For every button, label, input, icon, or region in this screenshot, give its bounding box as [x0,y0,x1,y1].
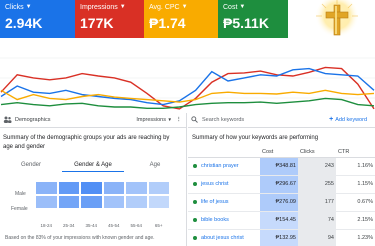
cross-icon [315,0,359,40]
demographics-summary: Summary of the demographic groups your a… [3,135,170,150]
heatmap-cell[interactable] [57,195,80,209]
status-dot-icon [193,181,197,186]
keyword-row[interactable]: jesus christ ₱296.67 255 1.15% [188,175,375,194]
keyword-name[interactable]: christian prayer [201,163,239,169]
divider [0,127,186,128]
row-label-female: Female [11,206,28,212]
chart-series [0,66,375,110]
panel-divider [186,113,187,246]
kpi-avg-cpc[interactable]: Avg. CPC ▼ ₱1.74 [144,0,218,38]
heatmap-cell[interactable] [102,181,125,195]
divider [188,127,375,128]
tab-gender-age[interactable]: Gender & Age [62,160,124,172]
caret-down-icon[interactable]: ▼ [120,4,126,10]
tab-gender[interactable]: Gender [0,160,62,172]
demographics-header: Demographics Impressions ▼ ⋮ [0,113,185,126]
tab-age[interactable]: Age [124,160,186,172]
heatmap-cell[interactable] [80,195,103,209]
keyword-clicks: 94 [298,229,336,246]
keyword-name[interactable]: jesus christ [201,181,229,187]
kpi-value: ₱5.11K [223,15,269,31]
heatmap [35,181,170,209]
keyword-name[interactable]: bible books [201,217,229,223]
status-dot-icon [193,163,197,168]
caret-down-icon: ▼ [167,116,172,122]
age-label: 55-64 [130,223,142,228]
age-label: 25-34 [62,223,75,228]
search-keywords-input[interactable]: Search keywords [202,117,244,123]
search-icon [191,116,198,123]
more-vert-icon[interactable]: ⋮ [176,117,182,123]
age-label: 65+ [154,223,163,228]
keyword-row[interactable]: life of jesus ₱276.09 177 0.67% [188,193,375,212]
keywords-table: Cost Clicks CTR christian prayer ₱348.81 2… [188,147,375,246]
keywords-header: Search keywords + Add keyword [188,113,375,126]
column-header-cost[interactable]: Cost [260,147,298,158]
kpi-value: 177K [80,15,114,31]
keywords-summary: Summary of how your keywords are perform… [192,135,319,141]
kpi-label: Cost [223,3,238,11]
status-dot-icon [193,235,197,240]
heatmap-row [35,181,170,195]
age-label: 45-54 [107,223,120,228]
heatmap-cell[interactable] [80,181,103,195]
keyword-name[interactable]: life of jesus [201,199,229,205]
age-label: 35-44 [85,223,97,228]
keyword-ctr: 1.15% [336,175,375,194]
heatmap-cell[interactable] [35,195,58,209]
heatmap-cell[interactable] [147,195,170,209]
caret-down-icon[interactable]: ▼ [182,4,188,10]
age-label: 18-24 [40,223,52,228]
heatmap-cell[interactable] [35,181,58,195]
keyword-ctr: 1.23% [336,229,375,246]
kpi-label: Clicks [5,3,24,11]
add-keyword-button[interactable]: + Add keyword [329,116,367,123]
demographics-tabs: Gender Gender & Age Age [0,160,186,172]
keyword-ctr: 2.15% [336,211,375,230]
keyword-clicks: 74 [298,211,336,230]
caret-down-icon[interactable]: ▼ [26,4,32,10]
add-icon: + [329,116,334,123]
column-header-ctr[interactable]: CTR [336,147,375,158]
heatmap-cell[interactable] [57,181,80,195]
keyword-cost: ₱132.95 [260,229,298,246]
kpi-value: ₱1.74 [149,15,186,31]
panel-title-demographics: Demographics [15,116,51,123]
keyword-name[interactable]: about jesus christ [201,235,244,241]
people-icon [3,116,12,123]
demographics-footnote: Based on the 83% of your impressions wit… [5,235,155,241]
kpi-value: 2.94K [5,15,43,31]
keyword-row[interactable]: christian prayer ₱348.81 243 1.16% [188,157,375,176]
caret-down-icon[interactable]: ▼ [239,4,245,10]
kpi-clicks[interactable]: Clicks ▼ 2.94K [0,0,75,38]
heatmap-row [35,195,170,209]
keyword-row[interactable]: about jesus christ ₱132.95 94 1.23% [188,229,375,246]
keyword-clicks: 243 [298,157,336,176]
heatmap-cell[interactable] [147,181,170,195]
series-line [0,66,375,110]
heatmap-cell[interactable] [125,195,148,209]
heatmap-cell[interactable] [102,195,125,209]
heatmap-cell[interactable] [125,181,148,195]
kpi-label: Impressions [80,3,118,11]
row-label-male: Male [15,191,26,197]
keyword-cost: ₱276.09 [260,193,298,212]
keyword-cost: ₱154.45 [260,211,298,230]
kpi-label: Avg. CPC [149,3,180,11]
kpi-cost[interactable]: Cost ▼ ₱5.11K [218,0,288,38]
performance-chart [0,57,375,110]
age-axis: 18-24 25-34 35-44 45-54 55-64 65+ [35,223,170,228]
status-dot-icon [193,199,197,204]
status-dot-icon [193,217,197,222]
keyword-cost: ₱296.67 [260,175,298,194]
keyword-clicks: 177 [298,193,336,212]
metric-dropdown[interactable]: Impressions ▼ [136,117,172,123]
keyword-clicks: 255 [298,175,336,194]
keyword-ctr: 0.67% [336,193,375,212]
keyword-ctr: 1.16% [336,157,375,176]
keyword-row[interactable]: bible books ₱154.45 74 2.15% [188,211,375,230]
keyword-cost: ₱348.81 [260,157,298,176]
kpi-impressions[interactable]: Impressions ▼ 177K [75,0,144,38]
column-header-clicks[interactable]: Clicks [298,147,336,158]
